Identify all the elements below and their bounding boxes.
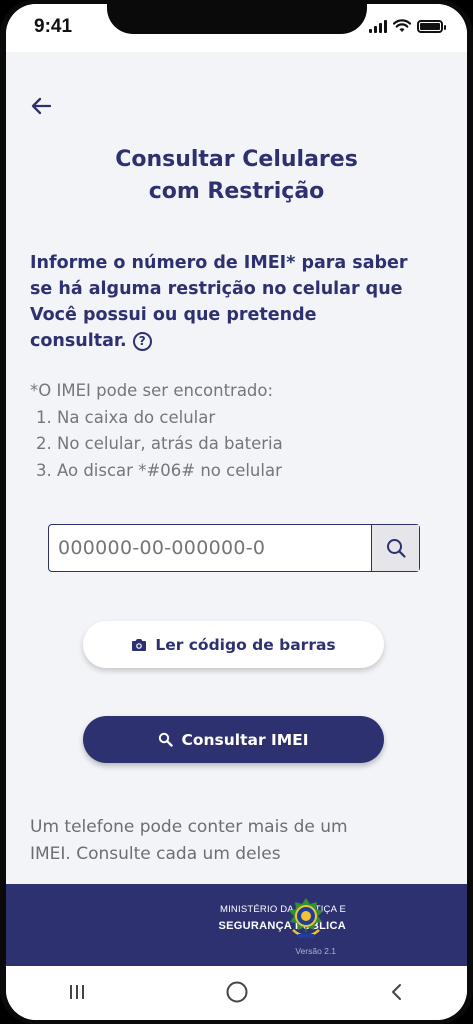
- barcode-button-label: Ler código de barras: [155, 635, 336, 654]
- coat-of-arms-icon: [289, 898, 323, 938]
- barcode-scan-button[interactable]: Ler código de barras: [83, 621, 384, 668]
- back-arrow-icon: [31, 97, 52, 115]
- status-icons: [369, 19, 446, 33]
- footnote-line-1: Um telefone pode conter mais de um: [30, 817, 348, 837]
- notch: [107, 4, 367, 34]
- hint-item-2: 2. No celular, atrás da bateria: [36, 434, 283, 453]
- imei-search-button[interactable]: [371, 525, 419, 571]
- consult-button-label: Consultar IMEI: [181, 730, 309, 749]
- info-line-3: Você possui ou que pretende: [30, 305, 317, 325]
- title-line-2: com Restrição: [148, 179, 325, 204]
- battery-icon: [417, 20, 446, 33]
- signal-icon: [369, 20, 387, 33]
- nav-recents-button[interactable]: [62, 979, 92, 1005]
- imei-field-group: [48, 524, 420, 572]
- imei-hint: *O IMEI pode ser encontrado: 1. Na caixa…: [30, 378, 450, 484]
- app-version: Versão 2.1: [295, 946, 336, 956]
- app-screen: 9:41 Consultar Celulares com Restrição I…: [6, 4, 467, 1020]
- title-line-1: Consultar Celulares: [115, 147, 358, 172]
- info-text: Informe o número de IMEI* para saber se …: [30, 250, 440, 354]
- hint-heading: *O IMEI pode ser encontrado:: [30, 381, 274, 400]
- ministry-footer: MINISTÉRIO DA JUSTIÇA E SEGURANÇA PÚBLIC…: [6, 884, 467, 966]
- nav-back-button[interactable]: [382, 979, 412, 1005]
- search-icon: [159, 732, 174, 747]
- info-line-1: Informe o número de IMEI* para saber: [30, 253, 408, 273]
- info-line-4: consultar.: [30, 331, 127, 351]
- nav-home-icon: [226, 981, 248, 1003]
- status-bar: 9:41: [6, 4, 467, 52]
- nav-recents-icon: [70, 985, 84, 999]
- hint-item-1: 1. Na caixa do celular: [36, 407, 216, 427]
- info-line-2: se há alguma restrição no celular que: [30, 279, 403, 299]
- help-icon[interactable]: ?: [132, 331, 152, 351]
- search-icon: [386, 539, 406, 558]
- footnote-line-2: IMEI. Consulte cada um deles: [30, 843, 281, 864]
- info-line-4-row: consultar.?: [30, 328, 440, 354]
- nav-back-icon: [392, 984, 401, 1000]
- consult-imei-button[interactable]: Consultar IMEI: [83, 716, 384, 763]
- camera-icon: [132, 638, 147, 651]
- page-title: Consultar Celulares com Restrição: [6, 144, 467, 208]
- system-nav-bar: [6, 966, 467, 1020]
- back-button[interactable]: [28, 92, 56, 120]
- hint-item-3: 3. Ao discar *#06# no celular: [36, 460, 282, 480]
- imei-input[interactable]: [49, 525, 371, 571]
- nav-home-button[interactable]: [222, 979, 252, 1005]
- wifi-icon: [393, 19, 411, 32]
- multi-imei-note: Um telefone pode conter mais de um IMEI.…: [30, 814, 450, 867]
- status-time: 9:41: [34, 16, 73, 37]
- phone-frame: 9:41 Consultar Celulares com Restrição I…: [0, 0, 473, 1024]
